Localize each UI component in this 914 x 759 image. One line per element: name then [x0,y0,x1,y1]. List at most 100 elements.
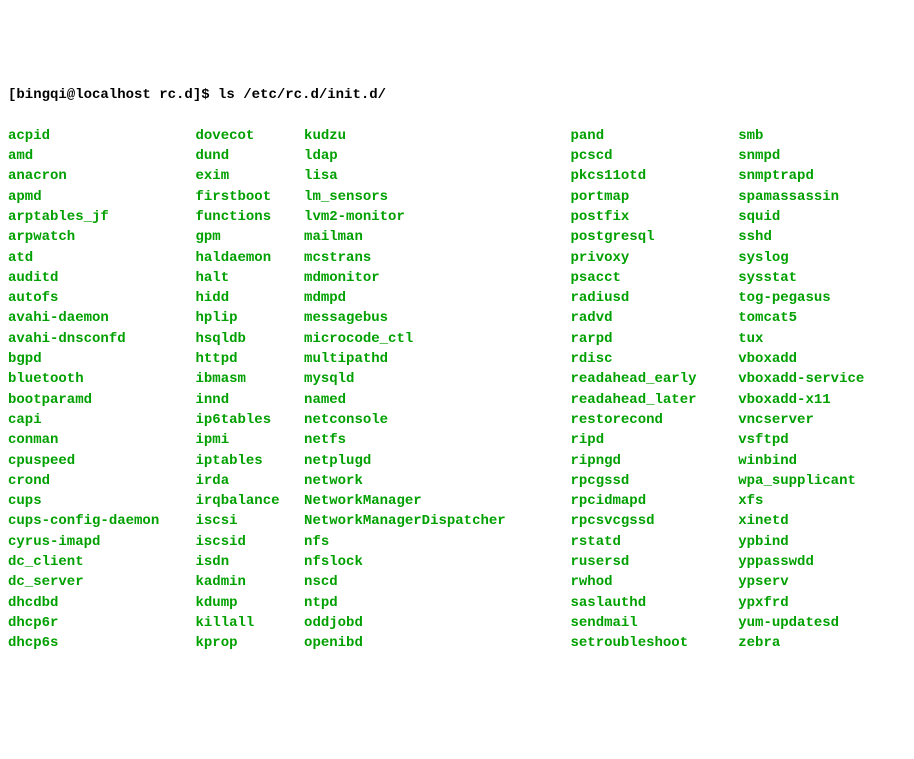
file-entry: radvd [570,308,738,328]
column-4: pandpcscdpkcs11otdportmappostfixpostgres… [570,126,738,654]
file-entry: pkcs11otd [570,166,738,186]
file-entry: ypbind [738,532,906,552]
file-entry: mailman [304,227,570,247]
file-entry: arpwatch [8,227,196,247]
file-entry: autofs [8,288,196,308]
file-entry: snmptrapd [738,166,906,186]
file-entry: ip6tables [196,410,305,430]
file-entry: xfs [738,491,906,511]
file-entry: cups-config-daemon [8,511,196,531]
file-entry: ripd [570,430,738,450]
file-entry: NetworkManagerDispatcher [304,511,570,531]
file-entry: arptables_jf [8,207,196,227]
file-entry: capi [8,410,196,430]
directory-listing: acpidamdanacronapmdarptables_jfarpwatcha… [8,126,906,654]
file-entry: ripngd [570,451,738,471]
file-entry: lisa [304,166,570,186]
file-entry: ldap [304,146,570,166]
file-entry: pcscd [570,146,738,166]
file-entry: haldaemon [196,248,305,268]
file-entry: bootparamd [8,390,196,410]
file-entry: restorecond [570,410,738,430]
file-entry: sendmail [570,613,738,633]
file-entry: rwhod [570,572,738,592]
file-entry: atd [8,248,196,268]
file-entry: postfix [570,207,738,227]
file-entry: vboxadd [738,349,906,369]
column-5: smbsnmpdsnmptrapdspamassassinsquidsshdsy… [738,126,906,654]
file-entry: mysqld [304,369,570,389]
file-entry: acpid [8,126,196,146]
file-entry: crond [8,471,196,491]
file-entry: gpm [196,227,305,247]
file-entry: radiusd [570,288,738,308]
file-entry: auditd [8,268,196,288]
file-entry: vsftpd [738,430,906,450]
file-entry: kdump [196,593,305,613]
file-entry: rpcgssd [570,471,738,491]
file-entry: firstboot [196,187,305,207]
file-entry: kprop [196,633,305,653]
file-entry: sysstat [738,268,906,288]
file-entry: squid [738,207,906,227]
file-entry: mdmonitor [304,268,570,288]
file-entry: dc_server [8,572,196,592]
file-entry: cups [8,491,196,511]
file-entry: rarpd [570,329,738,349]
file-entry: iscsid [196,532,305,552]
file-entry: avahi-daemon [8,308,196,328]
file-entry: httpd [196,349,305,369]
file-entry: mdmpd [304,288,570,308]
file-entry: network [304,471,570,491]
file-entry: sshd [738,227,906,247]
file-entry: dc_client [8,552,196,572]
file-entry: psacct [570,268,738,288]
file-entry: bgpd [8,349,196,369]
file-entry: ntpd [304,593,570,613]
file-entry: zebra [738,633,906,653]
file-entry: rstatd [570,532,738,552]
file-entry: readahead_early [570,369,738,389]
file-entry: oddjobd [304,613,570,633]
column-2: dovecotdundeximfirstbootfunctionsgpmhald… [196,126,305,654]
file-entry: kudzu [304,126,570,146]
file-entry: vboxadd-service [738,369,906,389]
file-entry: innd [196,390,305,410]
file-entry: cyrus-imapd [8,532,196,552]
file-entry: rdisc [570,349,738,369]
file-entry: avahi-dnsconfd [8,329,196,349]
file-entry: multipathd [304,349,570,369]
file-entry: vncserver [738,410,906,430]
file-entry: nscd [304,572,570,592]
file-entry: irqbalance [196,491,305,511]
file-entry: isdn [196,552,305,572]
file-entry: NetworkManager [304,491,570,511]
file-entry: ypxfrd [738,593,906,613]
file-entry: anacron [8,166,196,186]
file-entry: exim [196,166,305,186]
file-entry: messagebus [304,308,570,328]
file-entry: named [304,390,570,410]
file-entry: lvm2-monitor [304,207,570,227]
file-entry: halt [196,268,305,288]
file-entry: netfs [304,430,570,450]
file-entry: dhcdbd [8,593,196,613]
file-entry: netplugd [304,451,570,471]
file-entry: rpcidmapd [570,491,738,511]
file-entry: nfslock [304,552,570,572]
file-entry: rusersd [570,552,738,572]
file-entry: snmpd [738,146,906,166]
file-entry: hplip [196,308,305,328]
file-entry: iscsi [196,511,305,531]
file-entry: dund [196,146,305,166]
file-entry: syslog [738,248,906,268]
file-entry: pand [570,126,738,146]
file-entry: bluetooth [8,369,196,389]
file-entry: amd [8,146,196,166]
file-entry: nfs [304,532,570,552]
file-entry: iptables [196,451,305,471]
file-entry: cpuspeed [8,451,196,471]
file-entry: dhcp6s [8,633,196,653]
file-entry: setroubleshoot [570,633,738,653]
file-entry: dovecot [196,126,305,146]
